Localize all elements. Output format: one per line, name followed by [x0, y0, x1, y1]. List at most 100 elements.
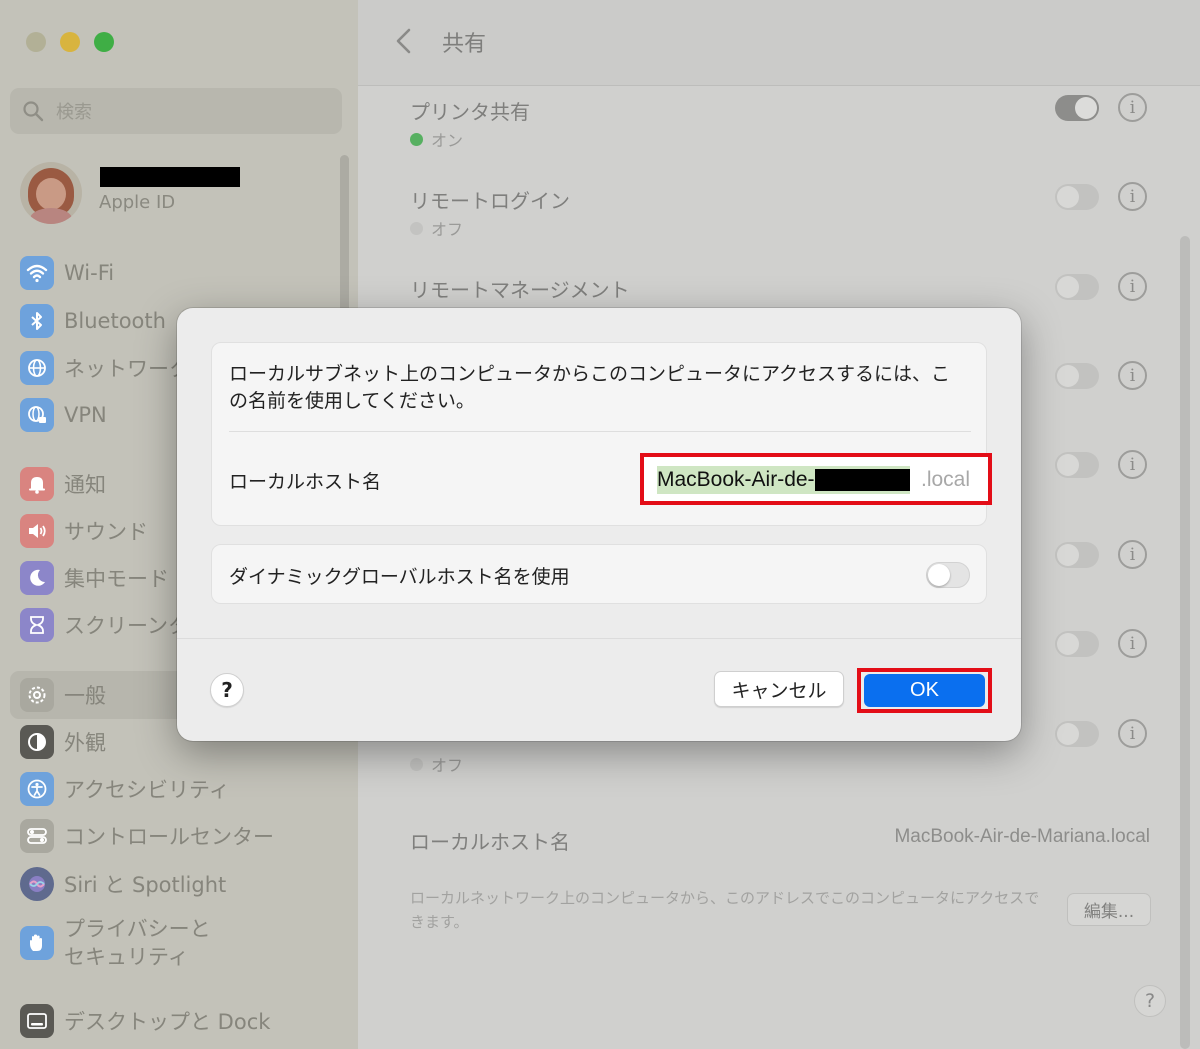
- toolbar: 共有: [358, 0, 1200, 86]
- edit-hostname-button[interactable]: 編集...: [1067, 893, 1151, 926]
- sidebar-item-privacy-security[interactable]: プライバシーと セキュリティ: [20, 915, 211, 971]
- info-icon[interactable]: i: [1118, 93, 1147, 122]
- privacy-hand-icon: [20, 926, 54, 960]
- sidebar-item-vpn[interactable]: VPN: [20, 395, 107, 435]
- hostname-card: ローカルサブネット上のコンピュータからこのコンピュータにアクセスするには、この名…: [211, 342, 992, 526]
- status-dot: [410, 757, 423, 771]
- dialog-description: ローカルサブネット上のコンピュータからこのコンピュータにアクセスするには、この名…: [229, 363, 951, 412]
- printer-sharing-toggle[interactable]: [1055, 95, 1099, 121]
- control-center-icon: [20, 819, 54, 853]
- search-placeholder: 検索: [56, 102, 92, 123]
- traffic-lights: [26, 32, 114, 52]
- cancel-button[interactable]: キャンセル: [714, 671, 844, 707]
- service-status: オフ: [410, 752, 463, 776]
- info-icon[interactable]: i: [1118, 629, 1147, 658]
- wifi-icon: [20, 256, 54, 290]
- sidebar-item-label: 集中モード: [64, 567, 169, 591]
- redacted-user-name: [100, 167, 240, 187]
- notification-bell-icon: [20, 467, 54, 501]
- service-status: オン: [410, 127, 463, 151]
- sidebar-item-wifi[interactable]: Wi-Fi: [20, 253, 114, 293]
- ok-button[interactable]: OK: [864, 674, 985, 707]
- hostname-input[interactable]: MacBook-Air-de-: [657, 466, 910, 494]
- status-dot: [410, 221, 423, 235]
- apple-id-label: Apple ID: [99, 192, 176, 213]
- sidebar-item-label: コントロールセンター: [64, 825, 274, 849]
- sidebar-scrollbar[interactable]: [340, 155, 349, 315]
- service-toggle[interactable]: [1055, 363, 1099, 389]
- accessibility-icon: [20, 772, 54, 806]
- sidebar-item-network[interactable]: ネットワーク: [20, 348, 190, 388]
- sidebar-item-label: 通知: [64, 473, 106, 497]
- page-title: 共有: [442, 32, 487, 57]
- sidebar-item-appearance[interactable]: 外観: [20, 722, 106, 762]
- local-hostname-value: MacBook-Air-de-Mariana.local: [894, 826, 1150, 847]
- service-toggle[interactable]: [1055, 452, 1099, 478]
- sidebar-item-accessibility[interactable]: アクセシビリティ: [20, 769, 230, 809]
- avatar: [20, 162, 82, 224]
- local-hostname-label: ローカルホスト名: [410, 830, 570, 854]
- sidebar-item-bluetooth[interactable]: Bluetooth: [20, 301, 166, 341]
- system-settings-window: 検索 Apple ID Wi-Fi Bluetooth ネットワーク VPN 通…: [0, 0, 1200, 1049]
- sidebar-item-label: サウンド: [64, 520, 148, 544]
- redacted-hostname-part: [814, 469, 910, 491]
- service-toggle[interactable]: [1055, 542, 1099, 568]
- local-hostname-description: ローカルネットワーク上のコンピュータから、このアドレスでこのコンピュータにアクセ…: [410, 889, 1040, 931]
- local-hostname-dialog: ローカルサブネット上のコンピュータからこのコンピュータにアクセスするには、この名…: [177, 308, 1021, 741]
- main-scrollbar[interactable]: [1180, 236, 1190, 1049]
- service-remote-login-label: リモートログイン: [410, 189, 570, 213]
- zoom-window-button[interactable]: [94, 32, 114, 52]
- vpn-globe-icon: [20, 398, 54, 432]
- dialog-hostname-label: ローカルホスト名: [229, 471, 382, 493]
- hostname-suffix: .local: [921, 468, 971, 491]
- search-icon: [23, 101, 44, 122]
- sidebar-item-sound[interactable]: サウンド: [20, 511, 148, 551]
- sidebar-item-general[interactable]: 一般: [20, 675, 106, 715]
- sidebar-item-control-center[interactable]: コントロールセンター: [20, 816, 274, 856]
- dynamic-hostname-toggle[interactable]: [926, 562, 970, 588]
- info-icon[interactable]: i: [1118, 450, 1147, 479]
- remote-management-toggle[interactable]: [1055, 274, 1099, 300]
- close-window-button[interactable]: [26, 32, 46, 52]
- dynamic-hostname-card: ダイナミックグローバルホスト名を使用: [211, 544, 987, 604]
- dialog-divider: [177, 638, 1021, 639]
- info-icon[interactable]: i: [1118, 361, 1147, 390]
- focus-moon-icon: [20, 561, 54, 595]
- service-status: オフ: [410, 216, 463, 240]
- back-chevron-icon[interactable]: [392, 26, 416, 56]
- apple-id-item[interactable]: Apple ID: [20, 158, 240, 228]
- dialog-help-button[interactable]: ?: [210, 673, 244, 707]
- service-toggle[interactable]: [1055, 721, 1099, 747]
- service-remote-management-label: リモートマネージメント: [410, 278, 630, 302]
- sidebar-item-label: 一般: [64, 684, 106, 708]
- remote-login-toggle[interactable]: [1055, 184, 1099, 210]
- hostname-input-highlight[interactable]: MacBook-Air-de- .local: [640, 453, 992, 505]
- info-icon[interactable]: i: [1118, 182, 1147, 211]
- hostname-prefix: MacBook-Air-de-: [657, 468, 815, 491]
- bluetooth-icon: [20, 304, 54, 338]
- screen-time-hourglass-icon: [20, 608, 54, 642]
- info-icon[interactable]: i: [1118, 540, 1147, 569]
- status-dot: [410, 132, 423, 146]
- info-icon[interactable]: i: [1118, 719, 1147, 748]
- sidebar-item-siri-spotlight[interactable]: Siri と Spotlight: [20, 864, 226, 904]
- dynamic-hostname-label: ダイナミックグローバルホスト名を使用: [229, 566, 570, 588]
- search-input[interactable]: 検索: [10, 88, 342, 134]
- sidebar-item-label: 外観: [64, 731, 106, 755]
- sidebar-item-desktop-dock[interactable]: デスクトップと Dock: [20, 1001, 270, 1041]
- sidebar-item-label: アクセシビリティ: [64, 778, 230, 802]
- info-icon[interactable]: i: [1118, 272, 1147, 301]
- sidebar-item-label: プライバシーと セキュリティ: [64, 917, 211, 969]
- help-button[interactable]: ?: [1134, 985, 1166, 1017]
- sound-speaker-icon: [20, 514, 54, 548]
- service-printer-sharing-label: プリンタ共有: [410, 100, 530, 124]
- sidebar-item-notifications[interactable]: 通知: [20, 464, 106, 504]
- siri-icon: [20, 867, 54, 901]
- minimize-window-button[interactable]: [60, 32, 80, 52]
- desktop-dock-icon: [20, 1004, 54, 1038]
- sidebar-item-label: Wi-Fi: [64, 261, 115, 285]
- service-toggle[interactable]: [1055, 631, 1099, 657]
- general-gear-icon: [20, 678, 54, 712]
- sidebar-item-focus[interactable]: 集中モード: [20, 558, 169, 598]
- sidebar-item-label: ネットワーク: [64, 357, 190, 381]
